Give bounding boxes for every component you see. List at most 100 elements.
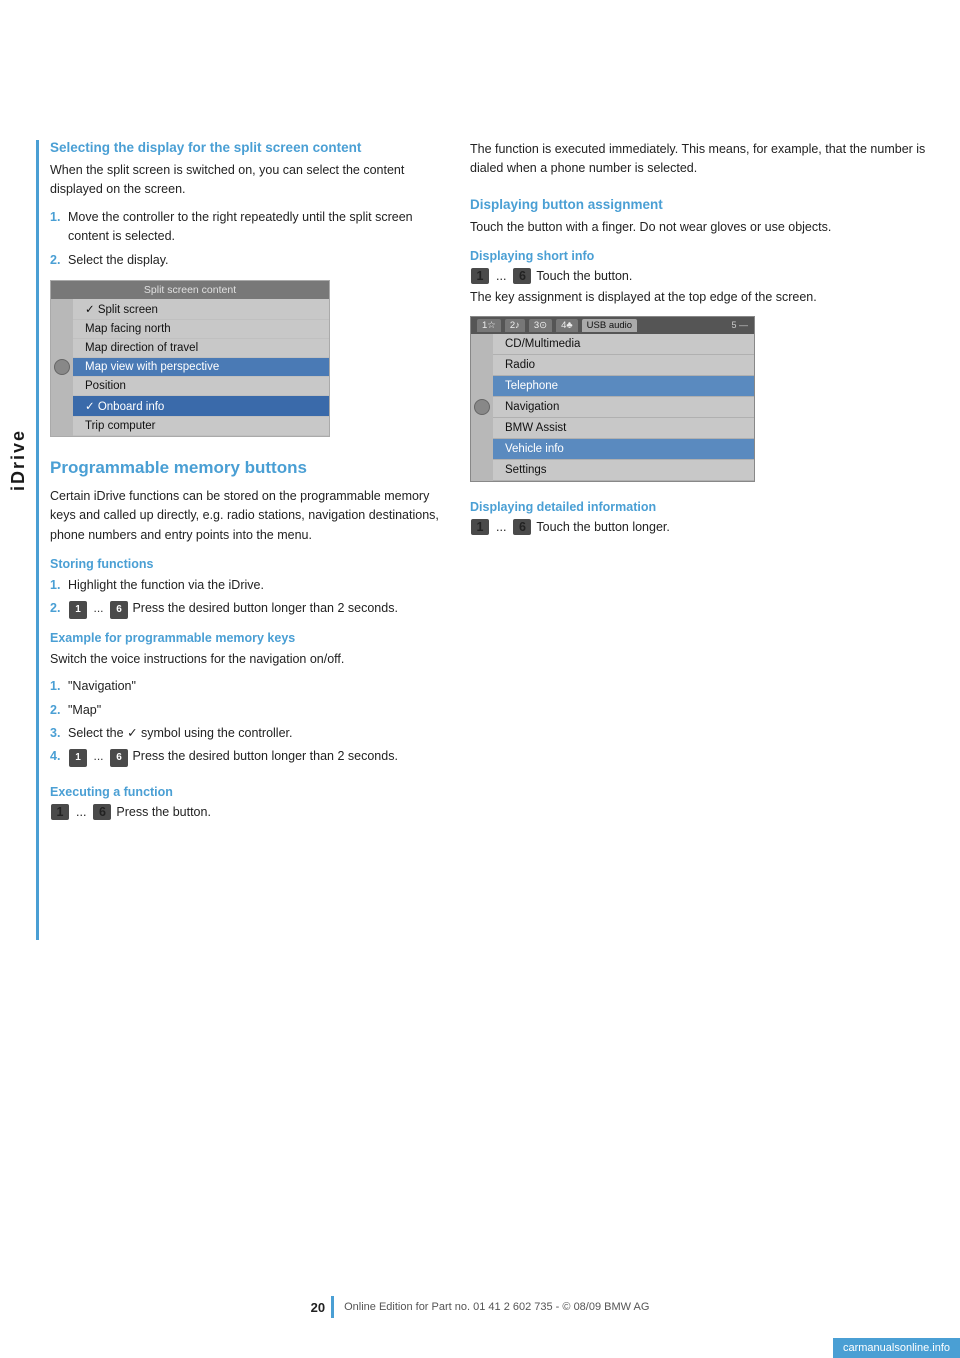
usb-menu-panel: CD/Multimedia Radio Telephone Navigation… bbox=[471, 334, 754, 481]
left-column: Selecting the display for the split scre… bbox=[50, 140, 440, 824]
sidebar: iDrive bbox=[0, 160, 36, 760]
btn-badge-exec-6: 6 bbox=[93, 804, 111, 820]
example-heading: Example for programmable memory keys bbox=[50, 631, 440, 645]
example-step-3: 3. Select the ✓ symbol using the control… bbox=[50, 724, 440, 743]
screenshot-ctrl-col bbox=[51, 299, 73, 436]
btn-badge-1: 1 bbox=[69, 601, 87, 619]
short-info-section: Displaying short info 1 ... 6 Touch the … bbox=[470, 249, 930, 307]
storing-steps: 1. Highlight the function via the iDrive… bbox=[50, 576, 440, 619]
btn-badge-short-6: 6 bbox=[513, 268, 531, 284]
selecting-step-1: 1. Move the controller to the right repe… bbox=[50, 208, 440, 247]
executing-row: 1 ... 6 Press the button. bbox=[50, 804, 440, 820]
usb-controller-circle bbox=[474, 399, 490, 415]
usb-row-settings: Settings bbox=[493, 460, 754, 481]
dots-short: ... bbox=[496, 269, 506, 283]
section-programmable: Programmable memory buttons Certain iDri… bbox=[50, 457, 440, 820]
detailed-info-heading: Displaying detailed information bbox=[470, 500, 930, 514]
example-step-2: 2. "Map" bbox=[50, 701, 440, 720]
detailed-info-section: Displaying detailed information 1 ... 6 … bbox=[470, 500, 930, 535]
example-section: Example for programmable memory keys Swi… bbox=[50, 631, 440, 767]
content-area: Selecting the display for the split scre… bbox=[50, 140, 930, 824]
usb-row-navigation: Navigation bbox=[493, 397, 754, 418]
executing-heading: Executing a function bbox=[50, 785, 440, 799]
selecting-steps-list: 1. Move the controller to the right repe… bbox=[50, 208, 440, 270]
detailed-info-text: Touch the button longer. bbox=[536, 520, 669, 534]
short-info-row: 1 ... 6 Touch the button. bbox=[470, 268, 930, 284]
section-selecting-display: Selecting the display for the split scre… bbox=[50, 140, 440, 437]
usb-row-radio: Radio bbox=[493, 355, 754, 376]
usb-row-cdmultimedia: CD/Multimedia bbox=[493, 334, 754, 355]
usb-tab-5: 5 — bbox=[731, 320, 748, 330]
page-number: 20 bbox=[311, 1300, 325, 1315]
storing-step-2: 2. 1 ... 6 Press the desired button long… bbox=[50, 599, 440, 619]
selecting-step-2: 2. Select the display. bbox=[50, 251, 440, 270]
right-intro-text: The function is executed immediately. Th… bbox=[470, 140, 930, 179]
usb-row-vehicleinfo: Vehicle info bbox=[493, 439, 754, 460]
dots-ex-1: ... bbox=[93, 747, 103, 766]
btn-badge-ex-1: 1 bbox=[69, 749, 87, 767]
section-button-assignment: Displaying button assignment Touch the b… bbox=[470, 197, 930, 535]
short-info-heading: Displaying short info bbox=[470, 249, 930, 263]
storing-step-1: 1. Highlight the function via the iDrive… bbox=[50, 576, 440, 595]
screenshot-row-mapview: Map view with perspective bbox=[73, 358, 329, 377]
screenshot-menu: Split screen Map facing north Map direct… bbox=[73, 299, 329, 436]
executing-section: Executing a function 1 ... 6 Press the b… bbox=[50, 785, 440, 820]
two-column-layout: Selecting the display for the split scre… bbox=[50, 140, 930, 824]
screenshot-row-mapnorth: Map facing north bbox=[73, 320, 329, 339]
usb-row-bmwassist: BMW Assist bbox=[493, 418, 754, 439]
dots-exec: ... bbox=[76, 805, 86, 819]
page-blue-bar bbox=[331, 1296, 334, 1318]
dots-1: ... bbox=[93, 599, 103, 618]
blue-accent-line bbox=[36, 140, 39, 940]
example-step-4: 4. 1 ... 6 Press the desired button long… bbox=[50, 747, 440, 767]
usb-row-telephone: Telephone bbox=[493, 376, 754, 397]
split-screen-screenshot: Split screen content Split screen Map fa… bbox=[50, 280, 330, 437]
section-selecting-intro: When the split screen is switched on, yo… bbox=[50, 161, 440, 200]
screenshot-panel: Split screen Map facing north Map direct… bbox=[51, 299, 329, 436]
storing-heading: Storing functions bbox=[50, 557, 440, 571]
usb-tab-4: 4♣ bbox=[556, 319, 578, 332]
btn-badge-detail-1: 1 bbox=[471, 519, 489, 535]
detailed-info-row: 1 ... 6 Touch the button longer. bbox=[470, 519, 930, 535]
example-step-1: 1. "Navigation" bbox=[50, 677, 440, 696]
page-footer: 20 Online Edition for Part no. 01 41 2 6… bbox=[0, 1296, 960, 1318]
usb-tab-3: 3⊙ bbox=[529, 319, 552, 332]
example-steps: 1. "Navigation" 2. "Map" 3. Select the ✓… bbox=[50, 677, 440, 767]
screenshot-row-splitscreen: Split screen bbox=[73, 299, 329, 320]
programmable-heading: Programmable memory buttons bbox=[50, 457, 440, 479]
btn-badge-6: 6 bbox=[110, 601, 128, 619]
usb-menu-col: CD/Multimedia Radio Telephone Navigation… bbox=[493, 334, 754, 481]
button-assignment-intro: Touch the button with a finger. Do not w… bbox=[470, 218, 930, 237]
btn-badge-short-1: 1 bbox=[471, 268, 489, 284]
screenshot-row-onboard: ✓ Onboard info bbox=[73, 396, 329, 417]
short-info-text: Touch the button. bbox=[536, 269, 632, 283]
usb-screenshot: 1☆ 2♪ 3⊙ 4♣ USB audio 5 — bbox=[470, 316, 755, 482]
right-column: The function is executed immediately. Th… bbox=[470, 140, 930, 824]
usb-titlebar: 1☆ 2♪ 3⊙ 4♣ USB audio 5 — bbox=[471, 317, 754, 334]
screenshot-row-position: Position bbox=[73, 377, 329, 396]
usb-ctrl-col bbox=[471, 334, 493, 481]
btn-badge-exec-1: 1 bbox=[51, 804, 69, 820]
footer-text: Online Edition for Part no. 01 41 2 602 … bbox=[344, 1301, 649, 1313]
controller-circle bbox=[54, 359, 70, 375]
screenshot-row-mapdirection: Map direction of travel bbox=[73, 339, 329, 358]
usb-tab-1: 1☆ bbox=[477, 319, 501, 332]
section-selecting-heading: Selecting the display for the split scre… bbox=[50, 140, 440, 155]
usb-tab-audio: USB audio bbox=[582, 319, 637, 332]
btn-badge-ex-6: 6 bbox=[110, 749, 128, 767]
page-number-area: 20 Online Edition for Part no. 01 41 2 6… bbox=[0, 1296, 960, 1318]
short-info-desc: The key assignment is displayed at the t… bbox=[470, 288, 930, 307]
dots-detail: ... bbox=[496, 520, 506, 534]
sidebar-label: iDrive bbox=[8, 429, 29, 491]
button-assignment-heading: Displaying button assignment bbox=[470, 197, 930, 212]
screenshot-row-tripcomputer: Trip computer bbox=[73, 417, 329, 436]
usb-tab-2: 2♪ bbox=[505, 319, 525, 332]
executing-text: Press the button. bbox=[116, 805, 211, 819]
programmable-intro: Certain iDrive functions can be stored o… bbox=[50, 487, 440, 545]
example-intro: Switch the voice instructions for the na… bbox=[50, 650, 440, 669]
site-badge: carmanualsonline.info bbox=[833, 1338, 960, 1358]
screenshot-titlebar: Split screen content bbox=[51, 281, 329, 299]
storing-functions: Storing functions 1. Highlight the funct… bbox=[50, 557, 440, 619]
page-container: iDrive Selecting the display for the spl… bbox=[0, 0, 960, 1358]
btn-badge-detail-6: 6 bbox=[513, 519, 531, 535]
